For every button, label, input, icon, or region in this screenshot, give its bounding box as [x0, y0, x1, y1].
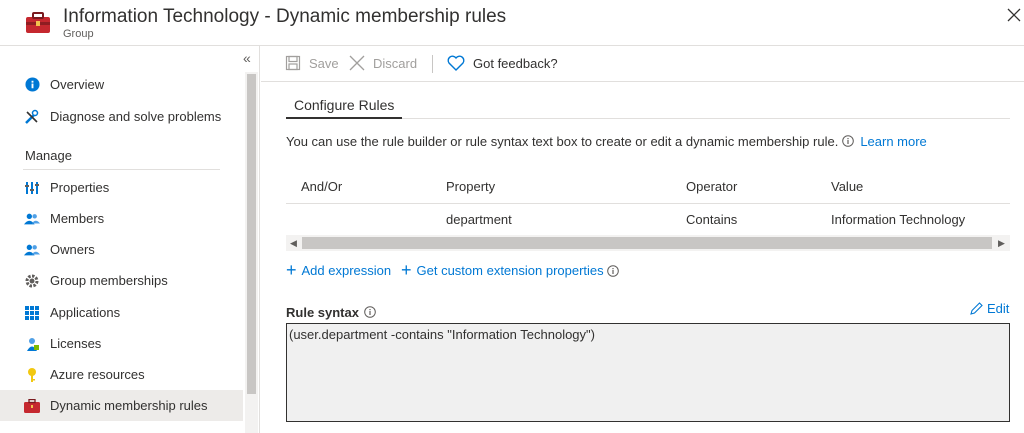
blade-header: Information Technology - Dynamic members…	[0, 0, 1024, 46]
feedback-button[interactable]: Got feedback?	[447, 55, 558, 71]
sidebar-item-label: Applications	[50, 305, 121, 320]
sidebar-item-label: Licenses	[50, 336, 102, 351]
sidebar-scrollbar[interactable]	[245, 72, 258, 433]
description: You can use the rule builder or rule syn…	[286, 134, 927, 149]
info-icon[interactable]	[842, 135, 855, 147]
pencil-icon	[970, 302, 983, 315]
toolbox-icon	[25, 12, 51, 34]
sidebar-item-label: Azure resources	[50, 367, 145, 382]
section-label-manage: Manage	[25, 148, 72, 163]
sidebar-item-applications[interactable]: Applications	[0, 297, 243, 328]
save-label: Save	[309, 55, 339, 71]
get-custom-extension-properties-button[interactable]: + Get custom extension properties	[401, 260, 619, 280]
sidebar-item-label: Properties	[50, 180, 110, 195]
sidebar-item-label: Members	[50, 211, 105, 226]
toolbar-separator	[432, 55, 433, 73]
get-custom-extension-label: Get custom extension properties	[416, 263, 604, 278]
command-bar: Save Discard Got feedback?	[261, 46, 1024, 82]
add-expression-button[interactable]: + Add expression	[286, 260, 392, 280]
scroll-right-icon[interactable]: ▶	[998, 238, 1005, 249]
sidebar-item-label: Owners	[50, 242, 95, 257]
close-icon[interactable]	[1006, 7, 1022, 23]
table-horizontal-scrollbar[interactable]: ◀ ▶	[286, 235, 1010, 251]
plus-icon: +	[286, 260, 297, 280]
table-header-divider	[286, 203, 1010, 204]
rule-syntax-label: Rule syntax	[286, 305, 376, 320]
sidebar-item-label: Overview	[50, 77, 105, 92]
info-icon	[24, 77, 40, 93]
add-expression-label: Add expression	[301, 263, 392, 278]
column-header-and-or: And/Or	[301, 179, 343, 194]
key-icon	[24, 367, 40, 383]
scroll-left-icon[interactable]: ◀	[290, 238, 297, 249]
discard-icon	[349, 55, 365, 71]
edit-rule-syntax-button[interactable]: Edit	[970, 301, 1009, 316]
rule-syntax-textbox[interactable]: (user.department -contains "Information …	[286, 323, 1010, 422]
sidebar-item-azure-resources[interactable]: Azure resources	[0, 359, 243, 390]
discard-label: Discard	[373, 55, 418, 71]
save-icon	[285, 55, 301, 71]
save-button[interactable]: Save	[285, 55, 339, 71]
license-icon	[24, 336, 40, 352]
gear-icon	[24, 273, 40, 289]
column-header-property: Property	[446, 179, 496, 194]
tab-configure-rules[interactable]: Configure Rules	[294, 97, 394, 113]
page-title: Information Technology - Dynamic members…	[63, 6, 507, 27]
page-subtitle: Group	[63, 28, 94, 40]
description-text: You can use the rule builder or rule syn…	[286, 134, 839, 149]
tab-active-indicator	[286, 117, 402, 119]
sidebar-item-licenses[interactable]: Licenses	[0, 328, 243, 359]
column-header-operator: Operator	[686, 179, 738, 194]
cell-value: Information Technology	[831, 212, 966, 227]
sidebar: « Overview Diagnose and solve problems M…	[0, 46, 260, 433]
cell-property: department	[446, 212, 512, 227]
sidebar-item-properties[interactable]: Properties	[0, 172, 243, 203]
scrollbar-thumb[interactable]	[302, 237, 992, 249]
info-icon[interactable]	[606, 264, 619, 277]
toolbox-icon	[24, 398, 40, 414]
properties-icon	[24, 180, 40, 196]
sidebar-item-overview[interactable]: Overview	[0, 69, 243, 100]
members-icon	[24, 211, 40, 227]
sidebar-item-diagnose[interactable]: Diagnose and solve problems	[0, 101, 243, 132]
sidebar-item-dynamic-membership-rules[interactable]: Dynamic membership rules	[0, 390, 243, 421]
heart-icon	[447, 55, 465, 71]
cell-operator: Contains	[686, 212, 738, 227]
plus-icon: +	[401, 260, 412, 280]
learn-more-link[interactable]: Learn more	[860, 134, 926, 149]
column-header-value: Value	[831, 179, 864, 194]
edit-label: Edit	[987, 301, 1010, 316]
sidebar-item-members[interactable]: Members	[0, 203, 243, 234]
sidebar-item-group-memberships[interactable]: Group memberships	[0, 265, 243, 296]
grid-icon	[24, 305, 40, 321]
sidebar-item-label: Diagnose and solve problems	[50, 109, 222, 124]
feedback-label: Got feedback?	[473, 55, 558, 71]
owners-icon	[24, 242, 40, 258]
sidebar-item-label: Dynamic membership rules	[50, 398, 208, 413]
discard-button[interactable]: Discard	[349, 55, 417, 71]
wrench-icon	[24, 109, 40, 125]
section-divider	[23, 169, 220, 170]
info-icon[interactable]	[364, 306, 376, 318]
sidebar-item-label: Group memberships	[50, 273, 168, 288]
rule-syntax-label-text: Rule syntax	[286, 305, 359, 320]
sidebar-item-owners[interactable]: Owners	[0, 234, 243, 265]
scrollbar-thumb[interactable]	[247, 74, 256, 394]
collapse-sidebar-button[interactable]: «	[243, 50, 251, 66]
